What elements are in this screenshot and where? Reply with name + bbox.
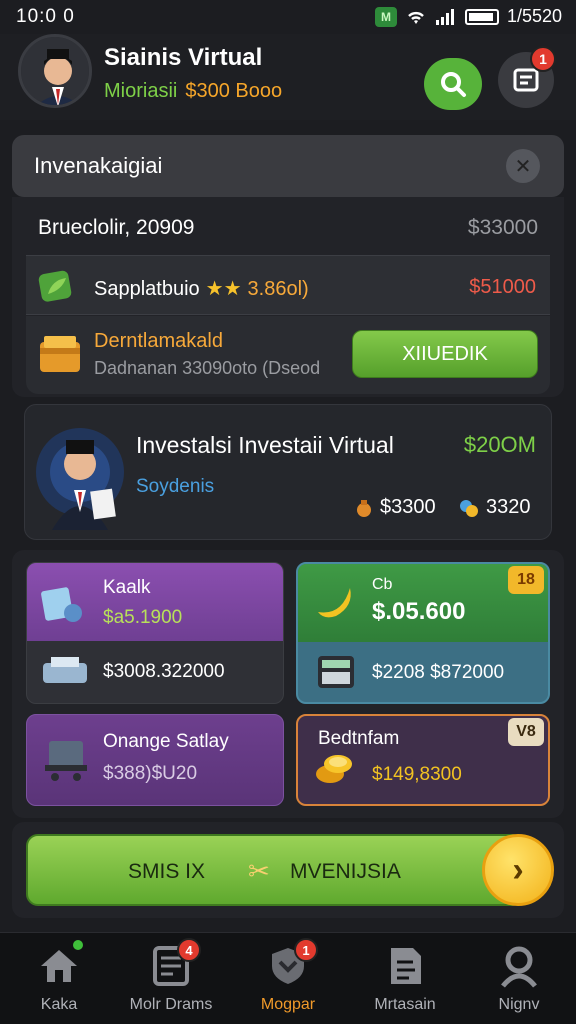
tile-kaalk-label: Kaalk — [103, 577, 151, 598]
deposit-title: Derntlamakald — [94, 330, 223, 352]
investor-title: Investalsi Investaii Virtual — [136, 432, 394, 458]
nav-label-profile: Nignv — [498, 996, 540, 1013]
banana-icon — [318, 588, 351, 618]
wallet-icon — [40, 336, 80, 372]
signal-icon — [435, 8, 454, 25]
tile-bedtnfam-value: $149,8300 — [372, 764, 462, 785]
tile-cb[interactable]: Cb $.05.600 $2208 $872000 18 — [296, 562, 550, 704]
tile-cb-label: Cb — [372, 576, 393, 593]
savings-value: $51000 — [469, 276, 536, 298]
tile-kaalk-value: $a5.1900 — [103, 607, 183, 628]
avatar[interactable] — [18, 34, 92, 108]
nav-orders-badge: 4 — [177, 938, 201, 962]
printer-icon — [43, 657, 87, 683]
calculator-icon — [318, 656, 354, 688]
nav-portfolio-badge: 1 — [294, 938, 318, 962]
document-icon: 4 — [149, 938, 201, 988]
nav-label-home: Kaka — [40, 996, 78, 1013]
investor-value: $20OM — [463, 432, 536, 457]
cart-icon — [45, 741, 87, 781]
balance-amount: $33000 — [467, 216, 538, 239]
app-notification-icon: M — [374, 6, 397, 27]
search-button[interactable] — [424, 58, 482, 110]
rating-stars: ★★ — [205, 278, 242, 300]
investor-stat-1: $3300 — [354, 496, 436, 519]
next-arrow-button[interactable]: › — [482, 834, 554, 906]
leaf-icon — [38, 270, 72, 302]
search-title: Invenakaigiai — [34, 153, 163, 178]
card-icon — [41, 587, 82, 622]
list-item-savings[interactable]: Sapplatbuio ★★ 3.86ol) $51000 — [26, 255, 550, 315]
tile-bedtnfam-tag: V8 — [508, 718, 544, 746]
search-icon — [441, 72, 466, 97]
tile-cb-value: $.05.600 — [372, 598, 466, 625]
search-bar[interactable]: Invenakaigiai ✕ — [12, 135, 564, 197]
tile-orange-satlay-label: Onange Satlay — [103, 731, 229, 752]
clear-search-icon[interactable]: ✕ — [506, 149, 540, 183]
deposit-button[interactable]: XIIUEDIK — [352, 330, 538, 378]
tile-bedtnfam[interactable]: Bedtnfam $149,8300 V8 — [296, 714, 550, 806]
nav-item-home[interactable]: Kaka — [4, 940, 114, 1020]
list-item-deposit: Derntlamakald Dadnanan 33090oto (Dseod X… — [26, 316, 550, 394]
savings-extra: 3.86ol) — [247, 278, 309, 300]
status-time: 10:0 0 — [16, 6, 75, 27]
shield-icon: 1 — [266, 938, 318, 988]
nav-item-reports[interactable]: Mrtasain — [350, 940, 460, 1020]
user-subtitle: Mioriasii $300 Booo — [104, 80, 282, 103]
status-right: M 1/5520 — [374, 6, 562, 27]
profile-icon — [497, 944, 541, 988]
balance-date: Brueclolir, 20909 — [38, 216, 195, 239]
report-icon — [383, 944, 427, 988]
chevron-right-icon: › — [512, 850, 524, 889]
tile-cb-tag: 18 — [508, 566, 544, 594]
invest-action-button[interactable]: SMIS IX ✂ MVENIJSIA — [26, 834, 524, 906]
coins-icon — [460, 499, 478, 517]
list-icon — [513, 68, 539, 92]
wifi-icon — [408, 11, 424, 24]
user-sub-label: Mioriasii — [104, 80, 178, 102]
action-right-label: MVENIJSIA — [290, 860, 401, 883]
battery-icon — [464, 8, 499, 25]
nav-label-orders: Molr Drams — [129, 996, 213, 1013]
nav-item-profile[interactable]: Nignv — [464, 940, 574, 1020]
savings-name: Sapplatbuio ★★ 3.86ol) — [94, 278, 309, 300]
gold-coins-icon — [316, 755, 352, 783]
nav-label-reports: Mrtasain — [374, 996, 436, 1013]
nav-item-portfolio[interactable]: 1 Mogpar — [233, 938, 343, 1020]
tile-kaalk[interactable]: Kaalk $a5.1900 $3008.322000 — [26, 562, 284, 704]
tools-icon: ✂ — [248, 856, 270, 886]
investor-subtitle[interactable]: Soydenis — [136, 476, 214, 498]
action-left-label: SMIS IX — [128, 860, 206, 883]
tile-orange-satlay[interactable]: Onange Satlay $388)$U20 — [26, 714, 284, 806]
user-name: Siainis Virtual — [104, 44, 263, 71]
tile-orange-satlay-value: $388)$U20 — [103, 763, 198, 784]
investor-character-icon — [36, 428, 124, 530]
investor-stat-2: 3320 — [458, 496, 531, 519]
user-sub-balance: $300 Booo — [185, 80, 283, 102]
deposit-subtitle: Dadnanan 33090oto (Dseod — [94, 358, 321, 378]
notifications-badge: 1 — [530, 46, 556, 72]
status-right-text: 1/5520 — [506, 6, 562, 26]
nav-item-orders[interactable]: 4 Molr Drams — [116, 938, 226, 1020]
money-bag-icon — [357, 499, 371, 517]
home-icon — [37, 940, 83, 988]
tile-kaalk-bottom: $3008.322000 — [103, 661, 225, 682]
nav-label-portfolio: Mogpar — [260, 996, 316, 1013]
tile-cb-bottom: $2208 $872000 — [372, 662, 505, 683]
status-bar: 10:0 0 M 1/5520 — [0, 0, 576, 34]
tile-bedtnfam-label: Bedtnfam — [318, 728, 400, 749]
